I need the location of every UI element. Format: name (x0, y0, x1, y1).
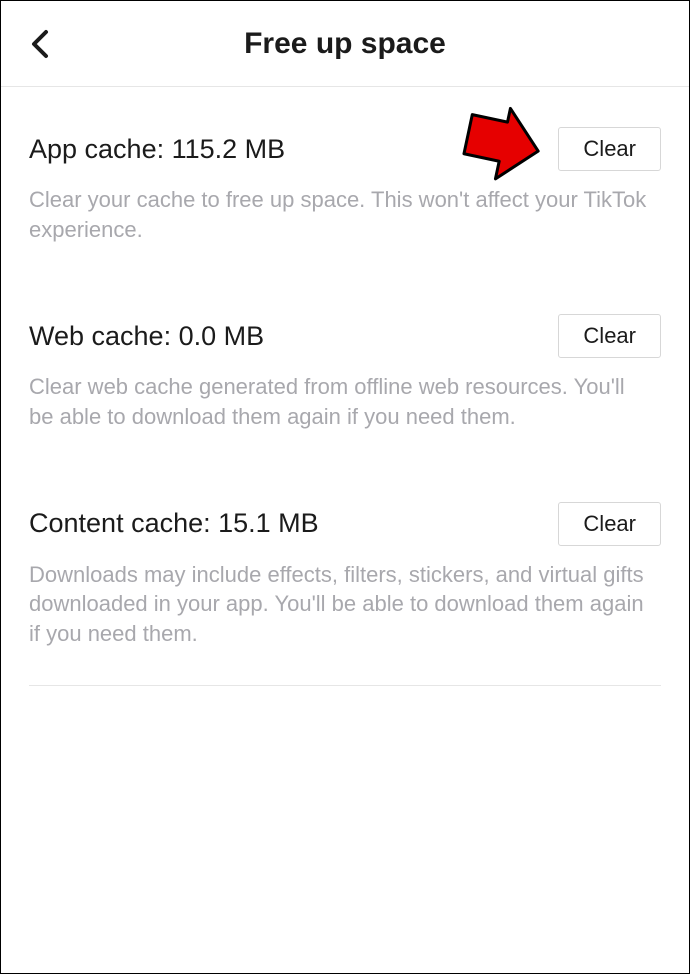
chevron-left-icon (31, 29, 49, 59)
content-cache-description: Downloads may include effects, filters, … (29, 560, 649, 649)
app-cache-description: Clear your cache to free up space. This … (29, 185, 649, 244)
header: Free up space (1, 1, 689, 87)
section-app-cache: App cache: 115.2 MB Clear Clear your cac… (29, 87, 661, 274)
section-head: Web cache: 0.0 MB Clear (29, 314, 661, 358)
section-head: Content cache: 15.1 MB Clear (29, 502, 661, 546)
clear-app-cache-button[interactable]: Clear (558, 127, 661, 171)
app-cache-title: App cache: 115.2 MB (29, 134, 285, 165)
web-cache-title: Web cache: 0.0 MB (29, 321, 264, 352)
clear-content-cache-button[interactable]: Clear (558, 502, 661, 546)
content: App cache: 115.2 MB Clear Clear your cac… (1, 87, 689, 686)
page-title: Free up space (1, 27, 689, 61)
back-button[interactable] (25, 29, 55, 59)
web-cache-description: Clear web cache generated from offline w… (29, 372, 649, 431)
content-cache-title: Content cache: 15.1 MB (29, 508, 319, 539)
section-content-cache: Content cache: 15.1 MB Clear Downloads m… (29, 462, 661, 686)
section-web-cache: Web cache: 0.0 MB Clear Clear web cache … (29, 274, 661, 461)
clear-web-cache-button[interactable]: Clear (558, 314, 661, 358)
section-head: App cache: 115.2 MB Clear (29, 127, 661, 171)
